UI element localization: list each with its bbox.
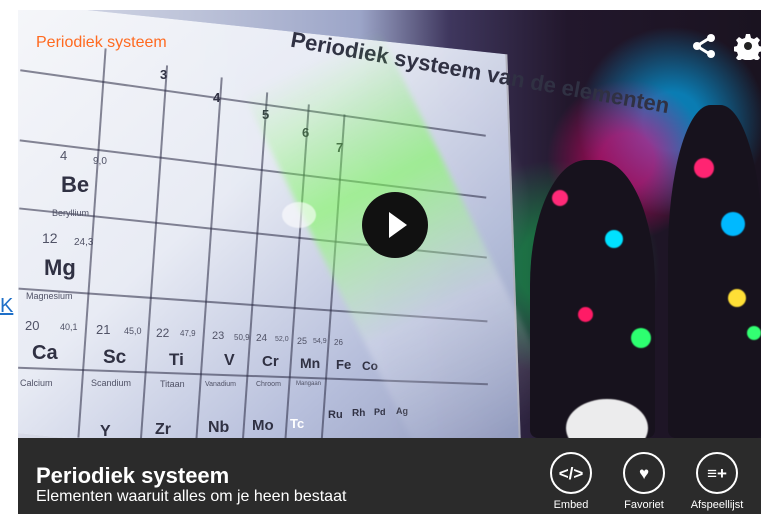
element-name: Chroom bbox=[256, 381, 281, 388]
disco-light bbox=[631, 328, 651, 348]
video-top-title: Periodiek systeem bbox=[36, 34, 167, 51]
video-thumbnail[interactable]: Periodiek systeem van de elementen 3 4 5… bbox=[18, 10, 761, 438]
embed-icon: </> bbox=[550, 452, 592, 494]
element-mass: 45,0 bbox=[124, 326, 142, 336]
favorite-label: Favoriet bbox=[624, 499, 664, 511]
element-number: 23 bbox=[212, 330, 225, 342]
disco-light bbox=[721, 212, 745, 236]
element-mass: 54,9 bbox=[313, 338, 327, 345]
element-mass: 47,9 bbox=[180, 329, 196, 338]
performer-right bbox=[668, 105, 761, 438]
element-name: Vanadium bbox=[205, 381, 237, 388]
playlist-label: Afspeellijst bbox=[690, 499, 744, 511]
side-link[interactable]: K bbox=[0, 296, 13, 316]
element-name: Scandium bbox=[91, 378, 132, 388]
element-mass: 24,3 bbox=[74, 237, 94, 248]
element-symbol: Fe bbox=[336, 357, 352, 372]
element-name: Mangaan bbox=[296, 381, 322, 387]
partial-symbol: Ru bbox=[328, 409, 343, 421]
element-number: 25 bbox=[297, 336, 308, 346]
element-mass: 9,0 bbox=[93, 156, 107, 167]
playlist-button[interactable]: ≡+ Afspeellijst bbox=[681, 452, 753, 511]
element-number: 24 bbox=[256, 333, 268, 344]
video-subtitle: Elementen waaruit alles om je heen besta… bbox=[36, 488, 347, 505]
element-symbol: V bbox=[224, 352, 235, 369]
partial-symbol: Tc bbox=[290, 416, 305, 431]
page: K Periodiek systeem van de elementen 3 4… bbox=[0, 0, 761, 514]
element-name: Beryllium bbox=[52, 208, 90, 218]
element-symbol: Mn bbox=[300, 355, 321, 371]
disco-light bbox=[728, 289, 746, 307]
play-button[interactable] bbox=[362, 192, 428, 258]
video-title: Periodiek systeem bbox=[36, 463, 230, 488]
partial-symbol: Nb bbox=[208, 419, 230, 436]
element-number: 12 bbox=[42, 230, 58, 246]
element-name: Calcium bbox=[20, 378, 53, 388]
disco-light bbox=[605, 230, 623, 248]
element-number: 26 bbox=[334, 338, 343, 347]
disco-light bbox=[552, 190, 568, 206]
group-number: 3 bbox=[160, 67, 168, 82]
element-symbol: Ti bbox=[169, 350, 184, 369]
element-number: 21 bbox=[96, 322, 111, 337]
performer-left bbox=[530, 160, 655, 438]
element-mass: 52,0 bbox=[275, 336, 289, 343]
element-symbol: Cr bbox=[262, 353, 279, 370]
embed-button[interactable]: </> Embed bbox=[535, 452, 607, 511]
disco-light bbox=[578, 307, 593, 322]
partial-symbol: Y bbox=[100, 423, 111, 439]
video-info-bar: Periodiek systeem Elementen waaruit alle… bbox=[18, 438, 761, 514]
favorite-button[interactable]: ♥ Favoriet bbox=[608, 452, 680, 511]
element-number: 4 bbox=[60, 148, 68, 163]
embed-label: Embed bbox=[553, 499, 589, 511]
element-symbol: Mg bbox=[44, 255, 76, 280]
heart-icon: ♥ bbox=[623, 452, 665, 494]
playlist-add-icon: ≡+ bbox=[696, 452, 738, 494]
partial-symbol: Zr bbox=[155, 421, 171, 438]
video-player[interactable]: Periodiek systeem van de elementen 3 4 5… bbox=[18, 10, 761, 514]
partial-symbol: Rh bbox=[352, 408, 366, 419]
element-name: Titaan bbox=[160, 379, 185, 389]
element-name: Magnesium bbox=[26, 291, 73, 301]
disco-light bbox=[694, 158, 714, 178]
element-number: 22 bbox=[156, 326, 170, 340]
element-symbol: Ca bbox=[32, 342, 58, 364]
element-mass: 50,9 bbox=[234, 333, 250, 342]
group-number: 4 bbox=[213, 90, 221, 105]
disco-light bbox=[282, 202, 316, 228]
gear-icon[interactable] bbox=[733, 32, 761, 65]
partial-symbol: Pd bbox=[374, 407, 386, 417]
disco-light bbox=[747, 326, 761, 340]
element-mass: 40,1 bbox=[60, 322, 78, 332]
element-symbol: Be bbox=[61, 172, 90, 197]
element-symbol: Sc bbox=[103, 347, 127, 368]
element-number: 20 bbox=[25, 318, 40, 333]
partial-symbol: Mo bbox=[252, 417, 274, 434]
share-icon[interactable] bbox=[690, 32, 718, 65]
